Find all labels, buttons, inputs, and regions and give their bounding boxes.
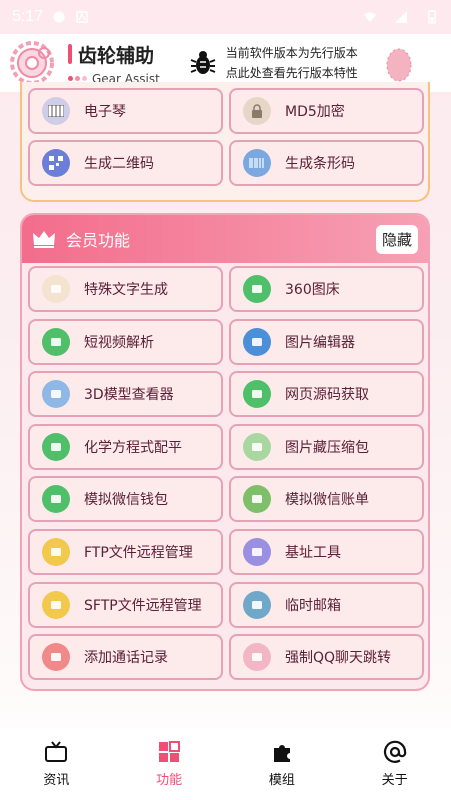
link-icon <box>243 380 271 409</box>
bottom-nav: 资讯 功能 模组 关于 <box>0 728 451 800</box>
status-bar: 5:17 <box>0 0 451 34</box>
tool-label: 生成条形码 <box>285 156 355 172</box>
qrcode-icon <box>42 149 70 177</box>
tool-label: 电子琴 <box>84 104 126 120</box>
egg-icon[interactable] <box>384 43 414 83</box>
nav-label: 功能 <box>156 773 183 788</box>
member-item-label: 化学方程式配平 <box>84 439 182 456</box>
member-item-label: 基址工具 <box>285 545 341 561</box>
member-item[interactable]: 临时邮箱 <box>229 581 424 628</box>
cube-icon <box>42 380 70 409</box>
tool-label: MD5加密 <box>285 104 345 120</box>
member-panel: 会员功能 隐藏 特殊文字生成 360图床短视频解析 图片编辑器 3D模型查看器 网页源码… <box>20 213 430 691</box>
member-title: 会员功能 <box>66 231 131 250</box>
member-item-label: 模拟微信钱包 <box>84 492 168 509</box>
folder-icon <box>243 327 271 356</box>
wechat-icon <box>42 485 70 514</box>
folder-icon <box>42 590 70 619</box>
molecule-icon <box>42 432 70 461</box>
member-item-label: 添加通话记录 <box>84 650 168 667</box>
member-item[interactable]: 模拟微信账单 <box>229 476 424 523</box>
member-item-label: 3D模型查看器 <box>84 387 174 404</box>
yen-icon <box>243 485 271 514</box>
app-title: 齿轮辅助 <box>78 44 155 67</box>
member-item-label: 网页源码获取 <box>285 387 369 404</box>
member-item[interactable]: FTP文件远程管理 <box>28 529 223 575</box>
member-item-label: 临时邮箱 <box>285 597 341 614</box>
bluetooth-icon <box>243 538 271 566</box>
member-item[interactable]: 强制QQ聊天跳转 <box>229 634 424 681</box>
nav-label: 模组 <box>268 773 295 788</box>
refresh-icon <box>243 275 271 303</box>
hide-button[interactable]: 隐藏 <box>375 224 418 254</box>
tool-item-qrcode[interactable]: 生成二维码 <box>28 140 223 186</box>
nav-label: 关于 <box>381 773 408 788</box>
member-item[interactable]: 化学方程式配平 <box>28 423 223 470</box>
member-item[interactable]: 图片藏压缩包 <box>229 423 424 470</box>
mail-icon <box>243 590 271 619</box>
member-item[interactable]: 基址工具 <box>229 529 424 575</box>
member-item[interactable]: 短视频解析 <box>28 318 223 365</box>
tools-panel: 电子琴 MD5加密 生成二维码 生成条形码 <box>20 82 430 202</box>
barcode-icon <box>243 149 271 177</box>
member-item[interactable]: 360图床 <box>229 266 424 312</box>
tv-icon <box>45 741 68 762</box>
lock-icon <box>243 97 271 125</box>
member-item-label: 短视频解析 <box>84 334 154 351</box>
at-icon <box>383 740 406 763</box>
version-notice[interactable]: 当前软件版本为先行版本 点此处查看先行版本特性 <box>226 43 358 83</box>
tool-label: 生成二维码 <box>84 156 154 172</box>
member-item-label: 图片编辑器 <box>285 334 355 351</box>
signal-icon <box>395 11 407 23</box>
member-item[interactable]: 网页源码获取 <box>229 371 424 418</box>
member-item-label: FTP文件远程管理 <box>84 545 193 561</box>
nav-about[interactable]: 关于 <box>355 740 435 788</box>
qq-icon <box>243 643 271 672</box>
alarm-icon <box>53 11 65 23</box>
nav-label: 资讯 <box>43 773 70 788</box>
notification-icon <box>76 11 88 23</box>
status-time: 5:17 <box>12 8 44 25</box>
member-item-label: 图片藏压缩包 <box>285 439 369 456</box>
nav-news[interactable]: 资讯 <box>16 740 96 788</box>
member-item[interactable]: 添加通话记录 <box>28 634 223 681</box>
notice-line-1: 当前软件版本为先行版本 <box>225 46 358 60</box>
grid-icon <box>159 741 181 762</box>
gear-logo-icon <box>10 41 54 85</box>
member-item-label: 强制QQ聊天跳转 <box>285 650 392 667</box>
nav-modules[interactable]: 模组 <box>242 740 322 788</box>
bug-icon[interactable] <box>188 48 218 78</box>
member-header: 会员功能 隐藏 <box>22 215 428 263</box>
member-item[interactable]: 3D模型查看器 <box>28 371 223 418</box>
puzzle-icon <box>273 745 290 762</box>
nav-features[interactable]: 功能 <box>129 740 209 788</box>
archive-icon <box>243 432 271 461</box>
tool-item-barcode[interactable]: 生成条形码 <box>229 140 424 186</box>
wifi-icon <box>364 12 376 22</box>
member-item-label: 特殊文字生成 <box>84 282 168 298</box>
member-item-label: SFTP文件远程管理 <box>84 597 202 614</box>
member-item[interactable]: 图片编辑器 <box>229 318 424 365</box>
text-icon <box>42 275 70 303</box>
piano-icon <box>42 97 70 125</box>
video-icon <box>42 327 70 356</box>
crown-icon <box>33 231 55 248</box>
folder-icon <box>42 538 70 566</box>
battery-icon <box>428 10 436 24</box>
tool-item-piano[interactable]: 电子琴 <box>28 88 223 134</box>
member-item-label: 360图床 <box>285 282 340 298</box>
member-item[interactable]: SFTP文件远程管理 <box>28 581 223 628</box>
notice-line-2: 点此处查看先行版本特性 <box>225 66 358 80</box>
member-item-label: 模拟微信账单 <box>285 492 369 509</box>
tool-item-md5[interactable]: MD5加密 <box>229 88 424 134</box>
edit-icon <box>42 643 70 672</box>
member-item[interactable]: 特殊文字生成 <box>28 266 223 312</box>
member-item[interactable]: 模拟微信钱包 <box>28 476 223 523</box>
